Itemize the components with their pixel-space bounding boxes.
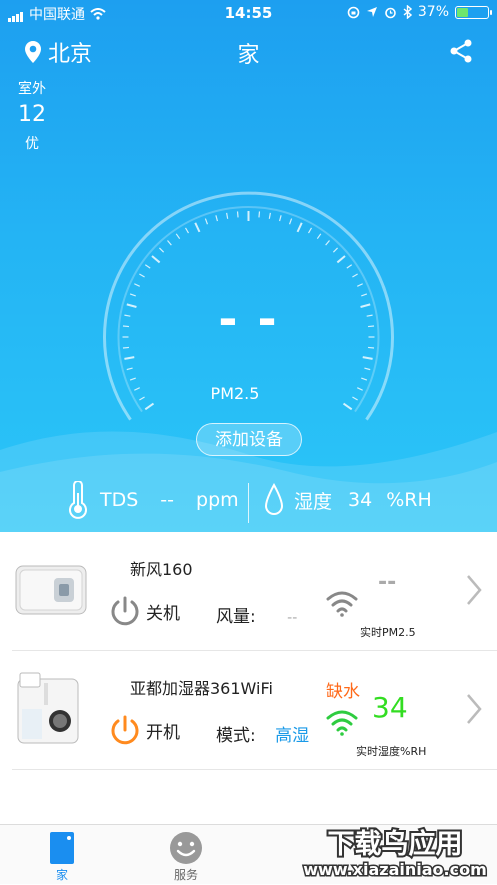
power-icon (111, 715, 139, 745)
power-toggle[interactable]: 开机 (108, 713, 180, 747)
tds-unit: ppm (196, 489, 239, 511)
power-state: 关机 (146, 603, 180, 624)
readings-divider (248, 483, 249, 523)
gauge-tick (167, 240, 172, 246)
gauge-tick (151, 255, 161, 264)
humidity-mode: 模式: 高湿 (216, 721, 309, 746)
air-purifier-image (15, 565, 87, 615)
device-reading-label: 实时PM2.5 (360, 626, 416, 639)
mode-value: -- (287, 610, 298, 626)
thermometer-icon (69, 481, 87, 519)
gauge-tick (288, 218, 293, 225)
tab-home[interactable]: 家 (17, 825, 107, 883)
wifi-icon (326, 591, 358, 617)
device-name: 新风160 (130, 560, 193, 579)
gauge-tick (352, 273, 358, 278)
gauge-tick (184, 227, 190, 234)
gauge-tick (336, 255, 346, 264)
svg-text:www.xiazainiao.com: www.xiazainiao.com (303, 860, 486, 879)
gauge-tick (129, 377, 136, 381)
humidifier-image (17, 672, 79, 744)
device-alert: 缺水 (326, 682, 360, 702)
gauge-tick (361, 377, 368, 381)
gauge-tick (144, 264, 151, 269)
gauge-tick (215, 215, 219, 222)
power-icon (111, 596, 139, 626)
gauge-tick (139, 273, 145, 278)
power-state: 开机 (146, 722, 180, 743)
tab-label: 家 (55, 868, 68, 882)
mode-label: 风量: (216, 607, 256, 627)
tds-label: TDS (100, 489, 139, 511)
water-drop-icon (264, 483, 284, 515)
gauge-tick (342, 402, 353, 411)
device-reading-label: 实时湿度%RH (356, 745, 427, 758)
gauge-tick (307, 227, 313, 234)
gauge-tick (144, 402, 155, 411)
gauge-tick (124, 356, 135, 360)
wifi-icon (326, 710, 358, 736)
gauge-tick (236, 211, 239, 218)
power-toggle[interactable]: 关机 (108, 594, 180, 628)
device-row-humidifier[interactable]: 亚都加湿器361WiFi 开机 模式: 高湿 缺水 34 实时湿度%RH (12, 651, 497, 770)
gauge-tick (357, 283, 363, 287)
humidity-value: 34 (348, 489, 373, 511)
humidity-label: 湿度 (294, 490, 333, 513)
gauge-tick (134, 283, 140, 287)
hero-panel: 中国联通 14:55 37% 北京 家 室外 12 优 - - PM2.5 添加… (0, 0, 497, 532)
add-device-button[interactable]: 添加设备 (196, 423, 302, 456)
fan-speed: 风量: -- (216, 602, 297, 627)
device-row-fresh-air[interactable]: 新风160 关机 风量: -- -- 实时PM2.5 (12, 532, 497, 651)
gauge-tick (278, 215, 282, 222)
gauge-tick (296, 222, 303, 233)
gauge-tick (204, 218, 209, 225)
tds-reading: TDS -- ppm (66, 475, 239, 525)
gauge-tick (126, 367, 133, 371)
gauge-tick (325, 240, 330, 246)
gauge-tick (122, 346, 130, 349)
tab-service[interactable]: 服务 (141, 825, 231, 883)
pm25-value: - - (218, 292, 279, 346)
gauge-tick (364, 367, 371, 371)
smiley-icon (170, 832, 202, 864)
device-list: 新风160 关机 风量: -- -- 实时PM2.5 亚都加湿器361WiFi … (0, 532, 497, 770)
gauge-tick (346, 264, 353, 269)
pm25-label: PM2.5 (210, 384, 260, 403)
readings-bar: TDS -- ppm 湿度 34 %RH (0, 475, 497, 525)
gauge-tick (367, 346, 375, 349)
chevron-right-icon[interactable] (465, 574, 483, 606)
gauge-tick (316, 233, 322, 240)
device-icon (50, 832, 74, 864)
humidity-unit: %RH (386, 489, 432, 511)
humidity-reading: 湿度 34 %RH (264, 475, 432, 525)
gauge-tick (226, 212, 229, 219)
mode-label: 模式: (216, 726, 256, 746)
device-reading: 34 (372, 691, 408, 724)
tds-value: -- (160, 489, 175, 511)
svg-text:下载鸟应用: 下载鸟应用 (328, 828, 463, 860)
gauge-tick (332, 247, 339, 253)
gauge-tick (194, 222, 201, 233)
chevron-right-icon[interactable] (465, 693, 483, 725)
mode-value: 高湿 (275, 726, 310, 746)
device-name: 亚都加湿器361WiFi (130, 679, 273, 698)
gauge-tick (258, 211, 261, 218)
tab-label: 服务 (173, 868, 198, 882)
gauge-tick (268, 212, 271, 219)
gauge-tick (175, 233, 181, 240)
watermark-logo: 下载鸟应用 www.xiazainiao.com (301, 823, 489, 881)
gauge-tick (158, 247, 165, 253)
device-reading: -- (378, 570, 397, 595)
gauge-tick (362, 356, 373, 360)
